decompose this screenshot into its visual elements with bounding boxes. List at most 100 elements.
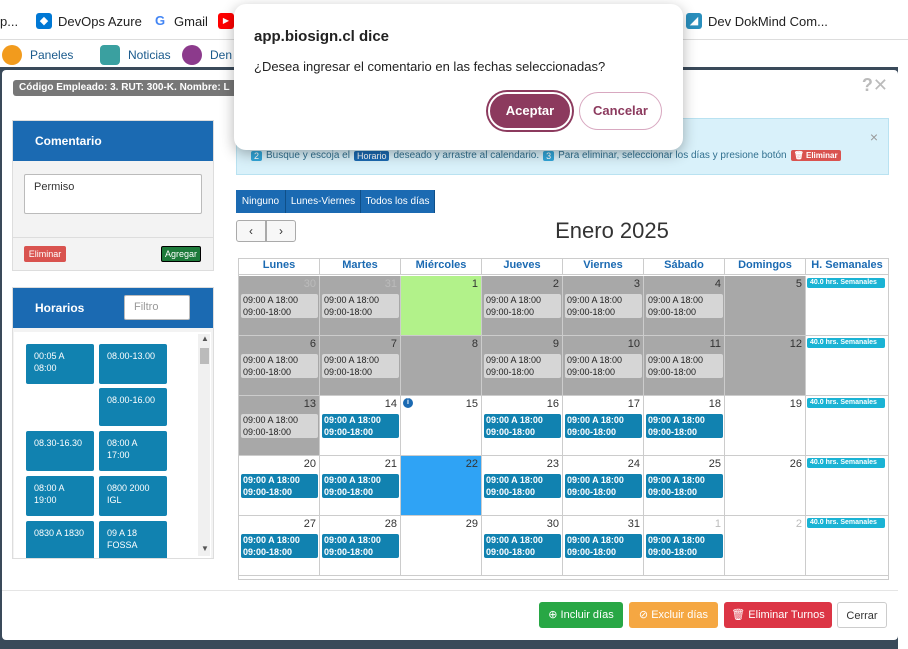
horario-item[interactable]: 08.00-13.00: [99, 344, 167, 384]
calendar-day-cell[interactable]: 9 09:00 A 18:00 09:00-18:00: [482, 336, 563, 396]
nav-den[interactable]: Den: [182, 45, 232, 65]
shift-entry[interactable]: 09:00 A 18:00 09:00-18:00: [241, 294, 318, 318]
shift-entry[interactable]: 09:00 A 18:00 09:00-18:00: [322, 354, 399, 378]
calendar-day-cell[interactable]: 19: [725, 396, 806, 456]
calendar-day-cell[interactable]: 1 09:00 A 18:00 09:00-18:00: [644, 516, 725, 576]
calendar-day-cell[interactable]: 10 09:00 A 18:00 09:00-18:00: [563, 336, 644, 396]
horarios-filter-input[interactable]: Filtro: [124, 295, 190, 320]
shift-entry[interactable]: 09:00 A 18:00 09:00-18:00: [322, 534, 399, 558]
prev-month-button[interactable]: ‹: [236, 220, 266, 242]
horario-item[interactable]: 08:00 A 19:00: [26, 476, 94, 516]
shift-entry[interactable]: 09:00 A 18:00 09:00-18:00: [241, 414, 318, 438]
comment-textarea[interactable]: Permiso: [24, 174, 202, 214]
calendar-day-cell[interactable]: 4 09:00 A 18:00 09:00-18:00: [644, 276, 725, 336]
shift-entry[interactable]: 09:00 A 18:00 09:00-18:00: [484, 354, 561, 378]
calendar-day-cell[interactable]: 31 09:00 A 18:00 09:00-18:00: [563, 516, 644, 576]
shift-entry[interactable]: 09:00 A 18:00 09:00-18:00: [565, 474, 642, 498]
nav-noticias[interactable]: Noticias: [100, 45, 171, 65]
scroll-down-icon[interactable]: ▼: [201, 544, 209, 553]
cerrar-button[interactable]: Cerrar: [837, 602, 887, 628]
toggle-todos[interactable]: Todos los días: [361, 190, 435, 213]
bookmark-devops-azure[interactable]: ◆ DevOps Azure: [36, 12, 142, 30]
calendar-day-cell[interactable]: 22: [401, 456, 482, 516]
shift-entry[interactable]: 09:00 A 18:00 09:00-18:00: [646, 294, 723, 318]
dialog-accept-button[interactable]: Aceptar: [488, 92, 572, 130]
horarios-scrollbar[interactable]: [198, 334, 210, 556]
calendar-day-cell[interactable]: 2: [725, 516, 806, 576]
horario-item[interactable]: 08.00-16.00: [99, 388, 167, 426]
calendar-day-cell[interactable]: 20 09:00 A 18:00 09:00-18:00: [239, 456, 320, 516]
horario-item[interactable]: 08:00 A 17:00: [99, 431, 167, 471]
shift-entry[interactable]: 09:00 A 18:00 09:00-18:00: [646, 534, 723, 558]
incluir-dias-button[interactable]: ⊕ Incluir días: [539, 602, 623, 628]
calendar-day-cell[interactable]: 27 09:00 A 18:00 09:00-18:00: [239, 516, 320, 576]
calendar-day-cell[interactable]: 17 09:00 A 18:00 09:00-18:00: [563, 396, 644, 456]
shift-entry[interactable]: 09:00 A 18:00 09:00-18:00: [322, 414, 399, 438]
shift-entry[interactable]: 09:00 A 18:00 09:00-18:00: [241, 354, 318, 378]
shift-entry[interactable]: 09:00 A 18:00 09:00-18:00: [646, 354, 723, 378]
bookmark-gmail[interactable]: G Gmail: [152, 12, 208, 30]
shift-entry[interactable]: 09:00 A 18:00 09:00-18:00: [484, 414, 561, 438]
dialog-cancel-button[interactable]: Cancelar: [579, 92, 662, 130]
horario-item[interactable]: 0830 A 1830: [26, 521, 94, 558]
calendar-day-cell[interactable]: 25 09:00 A 18:00 09:00-18:00: [644, 456, 725, 516]
excluir-dias-button[interactable]: ⊘ Excluir días: [629, 602, 718, 628]
horario-item[interactable]: 00:05 A 08:00: [26, 344, 94, 384]
calendar-day-cell[interactable]: 31 09:00 A 18:00 09:00-18:00: [320, 276, 401, 336]
horario-item[interactable]: 0800 2000 IGL: [99, 476, 167, 516]
shift-entry[interactable]: 09:00 A 18:00 09:00-18:00: [565, 534, 642, 558]
shift-entry[interactable]: 09:00 A 18:00 09:00-18:00: [565, 354, 642, 378]
calendar-day-cell[interactable]: 23 09:00 A 18:00 09:00-18:00: [482, 456, 563, 516]
calendar-day-cell[interactable]: 5: [725, 276, 806, 336]
calendar-day-cell[interactable]: 3 09:00 A 18:00 09:00-18:00: [563, 276, 644, 336]
shift-entry[interactable]: 09:00 A 18:00 09:00-18:00: [322, 294, 399, 318]
calendar-day-cell[interactable]: 26: [725, 456, 806, 516]
calendar-day-cell[interactable]: 6 09:00 A 18:00 09:00-18:00: [239, 336, 320, 396]
calendar-day-cell[interactable]: 12: [725, 336, 806, 396]
eliminar-comment-button[interactable]: Eliminar: [24, 246, 66, 262]
shift-entry[interactable]: 09:00 A 18:00 09:00-18:00: [484, 474, 561, 498]
bookmark-youtube[interactable]: ▶: [218, 12, 234, 30]
shift-entry[interactable]: 09:00 A 18:00 09:00-18:00: [484, 294, 561, 318]
shift-entry[interactable]: 09:00 A 18:00 09:00-18:00: [646, 474, 723, 498]
calendar-day-cell[interactable]: 28 09:00 A 18:00 09:00-18:00: [320, 516, 401, 576]
calendar-day-cell[interactable]: 8: [401, 336, 482, 396]
calendar-day-cell[interactable]: 29: [401, 516, 482, 576]
horario-item[interactable]: 09 A 18 FOSSA: [99, 521, 167, 558]
toggle-lunes-viernes[interactable]: Lunes-Viernes: [286, 190, 361, 213]
eliminar-turnos-button[interactable]: 🗑 Eliminar Turnos: [724, 602, 832, 628]
horarios-scroll-thumb[interactable]: [200, 348, 209, 364]
scroll-up-icon[interactable]: ▲: [201, 334, 209, 343]
calendar-day-cell[interactable]: 30 09:00 A 18:00 09:00-18:00: [482, 516, 563, 576]
shift-entry[interactable]: 09:00 A 18:00 09:00-18:00: [322, 474, 399, 498]
modal-close-icon[interactable]: ?✕: [862, 75, 888, 96]
calendar-day-cell[interactable]: 21 09:00 A 18:00 09:00-18:00: [320, 456, 401, 516]
shift-entry[interactable]: 09:00 A 18:00 09:00-18:00: [241, 474, 318, 498]
calendar-day-cell[interactable]: 16 09:00 A 18:00 09:00-18:00: [482, 396, 563, 456]
calendar-day-cell[interactable]: 7 09:00 A 18:00 09:00-18:00: [320, 336, 401, 396]
alert-close-icon[interactable]: ×: [870, 129, 878, 145]
shift-entry[interactable]: 09:00 A 18:00 09:00-18:00: [484, 534, 561, 558]
calendar-day-cell[interactable]: 11 09:00 A 18:00 09:00-18:00: [644, 336, 725, 396]
shift-entry[interactable]: 09:00 A 18:00 09:00-18:00: [241, 534, 318, 558]
calendar-day-cell[interactable]: 30 09:00 A 18:00 09:00-18:00: [239, 276, 320, 336]
bookmark-item[interactable]: p...: [0, 12, 18, 30]
bookmark-dokmind[interactable]: ◢ Dev DokMind Com...: [686, 12, 828, 30]
shift-entry[interactable]: 09:00 A 18:00 09:00-18:00: [565, 294, 642, 318]
calendar-day-cell[interactable]: 1: [401, 276, 482, 336]
calendar-day-cell[interactable]: 15 i: [401, 396, 482, 456]
info-icon[interactable]: i: [403, 398, 413, 408]
shift-entry[interactable]: 09:00 A 18:00 09:00-18:00: [565, 414, 642, 438]
shift-entry[interactable]: 09:00 A 18:00 09:00-18:00: [646, 414, 723, 438]
day-number: 2: [552, 278, 559, 290]
horario-item[interactable]: 08.30-16.30: [26, 431, 94, 471]
calendar-day-cell[interactable]: 13 09:00 A 18:00 09:00-18:00: [239, 396, 320, 456]
calendar-day-cell[interactable]: 2 09:00 A 18:00 09:00-18:00: [482, 276, 563, 336]
next-month-button[interactable]: ›: [266, 220, 296, 242]
agregar-comment-button[interactable]: Agregar: [161, 246, 201, 262]
calendar-day-cell[interactable]: 14 09:00 A 18:00 09:00-18:00: [320, 396, 401, 456]
calendar-day-cell[interactable]: 24 09:00 A 18:00 09:00-18:00: [563, 456, 644, 516]
calendar-day-cell[interactable]: 18 09:00 A 18:00 09:00-18:00: [644, 396, 725, 456]
nav-paneles[interactable]: Paneles: [2, 45, 73, 65]
toggle-ninguno[interactable]: Ninguno: [236, 190, 286, 213]
